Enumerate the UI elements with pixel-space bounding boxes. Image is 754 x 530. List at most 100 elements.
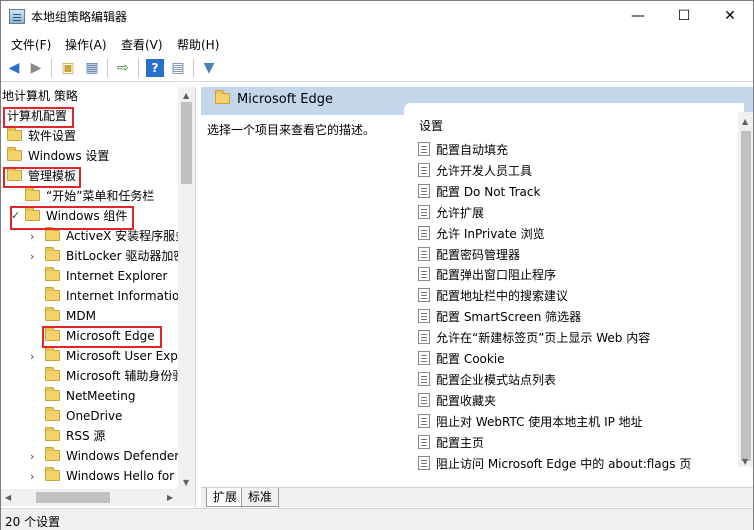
setting-row[interactable]: 配置企业模式站点列表	[418, 370, 556, 391]
tree-item[interactable]: RSS 源	[45, 426, 105, 446]
tree-item-label: NetMeeting	[66, 389, 136, 403]
tree-item-start-menu[interactable]: “开始”菜单和任务栏	[25, 186, 154, 206]
settings-list: 设置 配置自动填充允许开发人员工具 配置 Do Not Track 允许扩展 允许 I…	[404, 103, 744, 471]
scroll-left-arrow-icon[interactable]: ◀	[5, 493, 11, 502]
tree-item-windows-settings[interactable]: Windows 设置	[7, 146, 109, 166]
setting-label: 配置 Cookie	[436, 352, 505, 366]
export-list-icon[interactable]: ⇨	[114, 59, 132, 77]
setting-label: 配置 Do Not Track	[436, 184, 541, 199]
tree-item[interactable]: OneDrive	[45, 406, 122, 426]
policy-setting-icon	[418, 204, 430, 219]
back-arrow-icon[interactable]: ◀	[5, 59, 23, 77]
help-icon[interactable]: ?	[146, 59, 164, 77]
setting-row[interactable]: 配置 SmartScreen 筛选器	[418, 307, 581, 328]
policy-setting-icon	[418, 330, 430, 345]
menu-file[interactable]: 文件(F)	[11, 36, 51, 53]
setting-row[interactable]: 阻止对 WebRTC 使用本地主机 IP 地址	[418, 412, 643, 433]
setting-row[interactable]: 配置自动填充	[418, 140, 508, 161]
folder-icon	[45, 227, 60, 241]
policy-setting-icon	[418, 225, 430, 240]
policy-setting-icon	[418, 413, 430, 428]
setting-row[interactable]: 配置收藏夹	[418, 391, 496, 412]
setting-label: 配置密码管理器	[436, 247, 521, 262]
setting-label: 阻止对 WebRTC 使用本地主机 IP 地址	[436, 414, 643, 429]
tree-item-label: Microsoft 辅助身份验	[66, 369, 185, 383]
scroll-up-arrow-icon[interactable]: ▲	[183, 91, 189, 100]
tree-item[interactable]: NetMeeting	[45, 386, 135, 406]
folder-icon	[7, 147, 22, 161]
tree-root[interactable]: 地计算机 策略	[2, 87, 78, 106]
tree-item-label: RSS 源	[66, 429, 106, 443]
policy-setting-icon	[418, 309, 430, 324]
setting-row[interactable]: 配置地址栏中的搜索建议	[418, 286, 568, 307]
toolbar-separator	[107, 59, 108, 77]
folder-icon	[45, 307, 60, 321]
properties-icon[interactable]: ▤	[169, 59, 187, 77]
folder-icon	[215, 90, 230, 104]
setting-row[interactable]: 配置密码管理器	[418, 245, 520, 266]
tree-item-label: Microsoft User Exp	[66, 349, 178, 363]
scrollbar-thumb[interactable]	[181, 102, 192, 184]
tree-item[interactable]: Microsoft User Exp	[45, 346, 178, 366]
tree-item-label: 软件设置	[28, 129, 77, 143]
chevron-right-icon[interactable]: ›	[30, 250, 34, 263]
details-title: Microsoft Edge	[237, 92, 334, 107]
policy-setting-icon	[418, 392, 430, 407]
tree-item-label: OneDrive	[66, 409, 123, 423]
menu-view[interactable]: 查看(V)	[121, 36, 163, 53]
tree-item[interactable]: Windows Defender	[45, 446, 179, 466]
scroll-right-arrow-icon[interactable]: ▶	[167, 493, 173, 502]
scrollbar-thumb[interactable]	[36, 492, 110, 503]
chevron-right-icon[interactable]: ›	[30, 230, 34, 243]
menu-action[interactable]: 操作(A)	[65, 36, 107, 53]
status-text: 20 个设置	[5, 515, 61, 529]
tab-extended[interactable]: 扩展	[206, 488, 245, 507]
settings-column-header[interactable]: 设置	[419, 117, 443, 134]
policy-setting-icon	[418, 162, 430, 177]
scroll-down-arrow-icon[interactable]: ▼	[742, 457, 748, 466]
tree-item[interactable]: Internet Information	[45, 286, 187, 306]
chevron-right-icon[interactable]: ›	[30, 350, 34, 363]
tree-item[interactable]: Windows Hello for	[45, 466, 174, 486]
setting-row[interactable]: 允许在“新建标签页”页上显示 Web 内容	[418, 328, 650, 349]
setting-row[interactable]: 阻止访问 Microsoft Edge 中的 about:flags 页	[418, 454, 691, 472]
close-button[interactable]: ✕	[707, 1, 753, 32]
window-title: 本地组策略编辑器	[31, 10, 128, 24]
tree-item-software-settings[interactable]: 软件设置	[7, 126, 76, 146]
details-pane: Microsoft Edge 选择一个项目来查看它的描述。 设置 配置自动填充允…	[201, 87, 753, 507]
menu-bar: 文件(F) 操作(A) 查看(V) 帮助(H)	[1, 32, 753, 54]
forward-arrow-icon[interactable]: ▶	[27, 59, 45, 77]
tree-item[interactable]: MDM	[45, 306, 96, 326]
maximize-button[interactable]: ☐	[661, 1, 707, 32]
tree-item[interactable]: Internet Explorer	[45, 266, 167, 286]
setting-row[interactable]: 配置弹出窗口阻止程序	[418, 265, 556, 286]
tree-item[interactable]: Microsoft 辅助身份验	[45, 366, 184, 386]
up-folder-icon[interactable]: ▣	[59, 59, 77, 77]
setting-row[interactable]: 允许扩展	[418, 203, 484, 224]
view-tabs: 扩展 标准	[201, 487, 753, 507]
policy-setting-icon	[418, 267, 430, 282]
filter-icon[interactable]: ▼	[200, 59, 218, 77]
menu-help[interactable]: 帮助(H)	[177, 36, 219, 53]
chevron-right-icon[interactable]: ›	[30, 470, 34, 483]
tab-standard[interactable]: 标准	[241, 488, 280, 507]
folder-icon	[45, 467, 60, 481]
setting-row[interactable]: 配置主页	[418, 433, 484, 454]
scrollbar-thumb[interactable]	[741, 131, 751, 461]
show-hide-tree-icon[interactable]: ▦	[83, 59, 101, 77]
setting-row[interactable]: 允许 InPrivate 浏览	[418, 224, 545, 245]
policy-setting-icon	[418, 246, 430, 261]
minimize-button[interactable]: —	[615, 1, 661, 32]
scroll-up-arrow-icon[interactable]: ▲	[742, 117, 748, 126]
setting-label: 允许开发人员工具	[436, 163, 533, 178]
tree-item-label: 地计算机 策略	[2, 89, 78, 103]
setting-row[interactable]: 允许开发人员工具	[418, 161, 532, 182]
setting-row[interactable]: 配置 Cookie	[418, 349, 505, 370]
chevron-right-icon[interactable]: ›	[30, 450, 34, 463]
folder-icon	[45, 387, 60, 401]
tree-item[interactable]: BitLocker 驱动器加密	[45, 246, 185, 266]
policy-setting-icon	[418, 434, 430, 449]
highlight-box	[42, 326, 162, 348]
scroll-down-arrow-icon[interactable]: ▼	[183, 478, 189, 487]
setting-row[interactable]: 配置 Do Not Track	[418, 182, 540, 203]
